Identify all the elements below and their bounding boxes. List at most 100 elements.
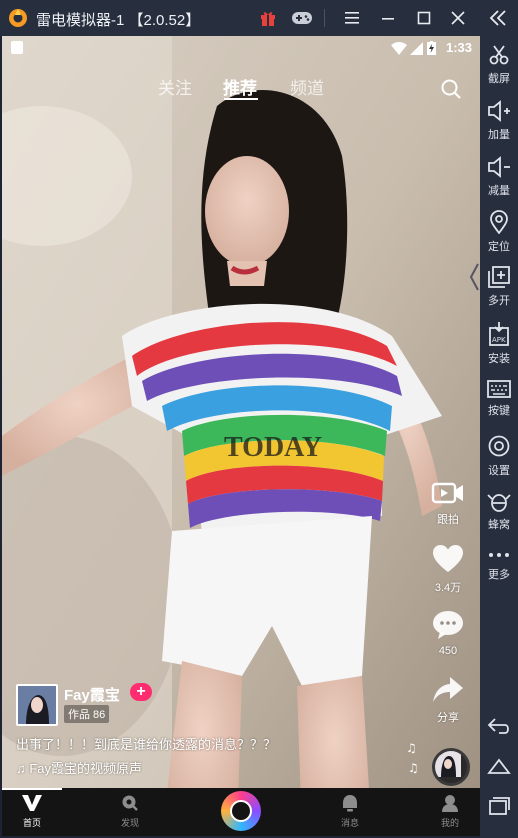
sidebar-label: 加量 — [488, 129, 510, 141]
profile-icon — [442, 795, 458, 812]
maximize-icon — [417, 11, 431, 25]
works-badge[interactable]: 作品 86 — [64, 705, 110, 723]
back-icon — [487, 718, 509, 734]
shoot-label: 跟拍 — [437, 514, 459, 526]
scissors-icon — [489, 45, 509, 65]
nav-home[interactable]: 首页 — [2, 794, 62, 829]
nav-messages[interactable]: 消息 — [320, 794, 380, 829]
drawer-handle-icon[interactable] — [468, 262, 480, 292]
sidebar-label: 截屏 — [488, 73, 510, 85]
share-icon — [433, 677, 463, 702]
signal-icon — [410, 42, 424, 55]
gift-icon — [261, 12, 275, 26]
comment-icon — [433, 611, 463, 639]
record-icon — [230, 800, 252, 822]
apk-install-icon: APK — [489, 322, 509, 346]
android-back-button[interactable] — [480, 716, 518, 736]
svg-text:TODAY: TODAY — [224, 432, 322, 463]
sidebar-label: 蜂窝 — [488, 519, 510, 531]
avatar-image — [18, 686, 56, 724]
music-track[interactable]: ♫ Fay霞宝的视频原声 — [16, 758, 142, 777]
nav-discover[interactable]: 发现 — [100, 794, 160, 829]
multi-instance-icon — [488, 266, 510, 288]
nav-profile-label: 我的 — [440, 818, 459, 828]
gamepad-button[interactable] — [290, 6, 314, 30]
hive-icon — [487, 494, 511, 512]
svg-text:♫: ♫ — [406, 741, 417, 755]
maximize-button[interactable] — [412, 6, 436, 30]
gift-button[interactable] — [256, 6, 280, 30]
bottom-nav-indicator — [2, 788, 62, 790]
nav-discover-label: 发现 — [120, 818, 139, 828]
minimize-icon — [382, 18, 394, 20]
emulator-screen[interactable]: TODAY 1:33 关注 推荐 频道 跟拍 3.4万 450 分享 Fay霞宝… — [2, 36, 480, 836]
tab-channels[interactable]: 频道 — [290, 74, 324, 99]
record-button[interactable] — [221, 791, 261, 831]
sidebar-item-multi-instance[interactable]: 多开 — [480, 266, 518, 308]
sidebar-label: 多开 — [488, 295, 510, 307]
nav-messages-label: 消息 — [340, 818, 359, 828]
sidebar-label: 按键 — [488, 405, 510, 417]
window-title: 雷电模拟器-1 【2.0.52】 — [36, 12, 201, 29]
sidebar-item-volume-down[interactable]: 减量 — [480, 156, 518, 198]
minimize-button[interactable] — [376, 6, 400, 30]
discover-icon — [122, 795, 138, 811]
author-name[interactable]: Fay霞宝 — [64, 684, 120, 705]
notification-icon — [11, 41, 23, 54]
shoot-along-button[interactable]: 跟拍 — [418, 480, 478, 527]
sidebar-label: 减量 — [488, 185, 510, 197]
sidebar-item-screenshot[interactable]: 截屏 — [480, 44, 518, 86]
battery-icon — [427, 41, 436, 55]
sidebar-label: 设置 — [488, 465, 510, 477]
android-home-button[interactable] — [480, 756, 518, 776]
home-icon — [487, 758, 511, 774]
android-recents-button[interactable] — [480, 796, 518, 816]
music-disc[interactable] — [432, 748, 470, 786]
sidebar-label: 更多 — [488, 569, 510, 581]
nav-home-label: 首页 — [22, 818, 41, 828]
avatar[interactable] — [16, 684, 58, 726]
tab-following[interactable]: 关注 — [158, 74, 192, 99]
v-logo-icon — [22, 795, 42, 811]
sidebar-label: 安装 — [488, 353, 510, 365]
android-statusbar: 1:33 — [2, 36, 480, 60]
more-icon — [489, 553, 509, 557]
sidebar-item-location[interactable]: 定位 — [480, 210, 518, 254]
svg-text:APK: APK — [492, 336, 506, 344]
sidebar-item-more[interactable]: 更多 — [480, 548, 518, 582]
titlebar-divider — [324, 9, 325, 27]
active-tab-indicator — [224, 98, 258, 100]
comment-button[interactable]: 450 — [418, 610, 478, 657]
heart-icon — [433, 545, 463, 572]
leidian-logo-icon — [9, 9, 27, 27]
camera-icon — [431, 482, 463, 504]
location-icon — [490, 210, 508, 235]
sidebar-item-volume-up[interactable]: 加量 — [480, 100, 518, 142]
menu-button[interactable] — [340, 6, 364, 30]
keyboard-icon — [487, 380, 511, 398]
disc-cover-image — [435, 751, 461, 777]
sidebar-item-hive[interactable]: 蜂窝 — [480, 490, 518, 532]
collapse-sidebar-button[interactable] — [488, 8, 508, 33]
menu-icon — [345, 12, 359, 24]
music-notes-icon: ♫ ♫ — [406, 741, 419, 775]
sidebar-item-settings[interactable]: 设置 — [480, 434, 518, 478]
follow-button[interactable]: + — [130, 683, 152, 701]
sidebar-item-keymap[interactable]: 按键 — [480, 380, 518, 418]
share-button[interactable]: 分享 — [418, 674, 478, 725]
tab-recommended[interactable]: 推荐 — [223, 74, 257, 99]
wifi-icon — [390, 42, 407, 55]
search-icon[interactable] — [440, 78, 462, 100]
like-button[interactable]: 3.4万 — [418, 544, 478, 595]
emulator-sidebar: 截屏 加量 减量 定位 多开 APK 安装 按键 设置 蜂窝 更多 — [480, 36, 518, 838]
share-label: 分享 — [437, 712, 459, 724]
sidebar-label: 定位 — [488, 241, 510, 253]
nav-profile[interactable]: 我的 — [420, 794, 480, 829]
window-titlebar: 雷电模拟器-1 【2.0.52】 — [0, 0, 518, 36]
settings-icon — [488, 435, 510, 457]
status-icons — [390, 41, 436, 58]
close-button[interactable] — [446, 6, 470, 30]
sidebar-item-install[interactable]: APK 安装 — [480, 322, 518, 366]
gamepad-icon — [292, 12, 312, 24]
comment-count: 450 — [438, 645, 458, 657]
